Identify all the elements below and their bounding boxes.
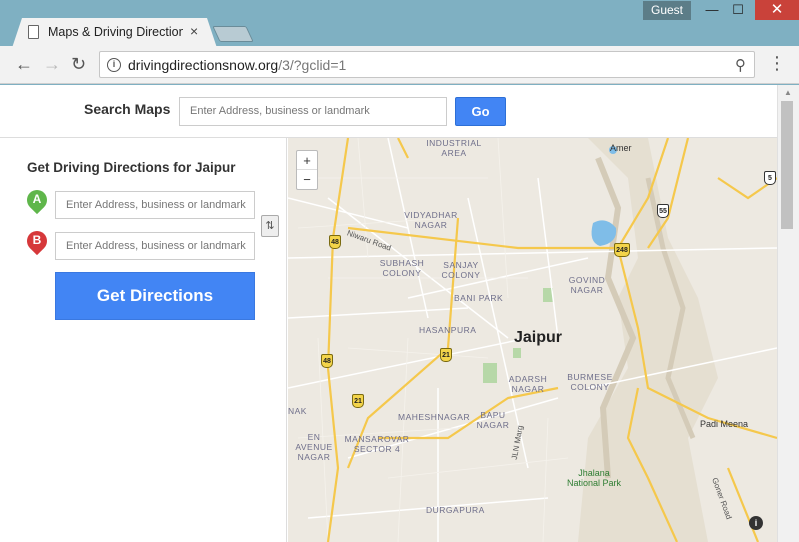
- area-label: SANJAY COLONY: [441, 260, 481, 280]
- area-label: NAK: [288, 406, 307, 416]
- area-label: SUBHASH COLONY: [379, 258, 425, 278]
- start-address-input[interactable]: Enter Address, business or landmark: [55, 191, 255, 219]
- search-input[interactable]: Enter Address, business or landmark: [179, 97, 447, 126]
- back-button[interactable]: ←: [15, 55, 33, 73]
- url-path: /3/?gclid=1: [278, 57, 347, 73]
- area-label: BURMESE COLONY: [567, 372, 613, 392]
- search-bar: Search Maps Enter Address, business or l…: [0, 85, 777, 138]
- end-address-input[interactable]: Enter Address, business or landmark: [55, 232, 255, 260]
- forward-button[interactable]: →: [43, 55, 61, 73]
- area-label: GOVIND NAGAR: [568, 275, 606, 295]
- marker-a-icon: A: [22, 185, 52, 216]
- highway-shield: 48: [329, 235, 341, 249]
- zoom-control: + −: [296, 150, 318, 190]
- directions-panel: Get Driving Directions for Jaipur A Ente…: [0, 138, 287, 542]
- place-label: Amer: [610, 143, 632, 153]
- profile-badge[interactable]: Guest: [643, 1, 691, 20]
- get-directions-button[interactable]: Get Directions: [55, 272, 255, 320]
- highway-shield: 48: [321, 354, 333, 368]
- marker-b-letter: B: [32, 233, 42, 247]
- tab-title: Maps & Driving Direction: [48, 25, 183, 39]
- highway-shield: 248: [614, 243, 630, 257]
- zoom-icon[interactable]: ⚲: [735, 56, 746, 74]
- area-label: BANI PARK: [454, 293, 504, 303]
- place-label: Padi Meena: [700, 419, 749, 429]
- area-label: VIDYADHAR NAGAR: [404, 210, 458, 230]
- highway-shield: 5: [764, 171, 776, 185]
- web-page: Search Maps Enter Address, business or l…: [0, 85, 777, 542]
- map-view[interactable]: + − INDUSTRIAL AREA Amer VIDYADHAR NAGAR…: [288, 138, 777, 542]
- area-label: DURGAPURA: [426, 505, 485, 515]
- area-label: ADARSH NAGAR: [508, 374, 548, 394]
- area-label: INDUSTRIAL AREA: [426, 138, 482, 158]
- page-icon: [28, 25, 39, 39]
- area-label: EN AVENUE NAGAR: [295, 432, 333, 462]
- zoom-out-button[interactable]: −: [297, 170, 317, 189]
- info-icon[interactable]: i: [107, 58, 121, 72]
- area-label: MANSAROVAR SECTOR 4: [344, 434, 410, 454]
- marker-a-letter: A: [32, 192, 42, 206]
- scroll-thumb[interactable]: [781, 101, 793, 229]
- tab-close-icon[interactable]: ×: [190, 23, 198, 39]
- browser-tab[interactable]: Maps & Driving Direction ×: [12, 18, 217, 48]
- title-bar: Maps & Driving Direction × Guest — ☐ ✕: [0, 0, 799, 48]
- highway-shield: 21: [352, 394, 364, 408]
- swap-icon[interactable]: ⇅: [261, 215, 279, 237]
- url-text[interactable]: drivingdirectionsnow.org/3/?gclid=1: [128, 57, 346, 73]
- browser-menu-icon[interactable]: ⋮: [768, 54, 786, 72]
- reload-button[interactable]: ↻: [71, 55, 86, 73]
- highway-shield: 55: [657, 204, 669, 218]
- go-button[interactable]: Go: [455, 97, 506, 126]
- url-host: drivingdirectionsnow.org: [128, 57, 279, 73]
- map-info-icon[interactable]: i: [749, 516, 763, 530]
- highway-shield: 21: [440, 348, 452, 362]
- area-label: BAPU NAGAR: [476, 410, 510, 430]
- address-bar[interactable]: i drivingdirectionsnow.org/3/?gclid=1 ⚲: [99, 51, 755, 78]
- browser-toolbar: ← → ↻ i drivingdirectionsnow.org/3/?gcli…: [0, 46, 799, 84]
- directions-title: Get Driving Directions for Jaipur: [27, 160, 236, 175]
- area-label: HASANPURA: [419, 325, 477, 335]
- marker-b-icon: B: [22, 226, 52, 257]
- area-label: MAHESHNAGAR: [398, 412, 471, 422]
- zoom-in-button[interactable]: +: [297, 151, 317, 170]
- maximize-button[interactable]: ☐: [722, 0, 754, 20]
- close-window-button[interactable]: ✕: [755, 0, 799, 20]
- city-label: Jaipur: [514, 329, 563, 346]
- scroll-up-icon[interactable]: ▲: [784, 88, 792, 97]
- search-label: Search Maps: [84, 101, 171, 117]
- park-label: Jhalana National Park: [566, 468, 622, 488]
- new-tab-button[interactable]: [212, 26, 254, 42]
- page-scrollbar[interactable]: ▲: [777, 85, 799, 542]
